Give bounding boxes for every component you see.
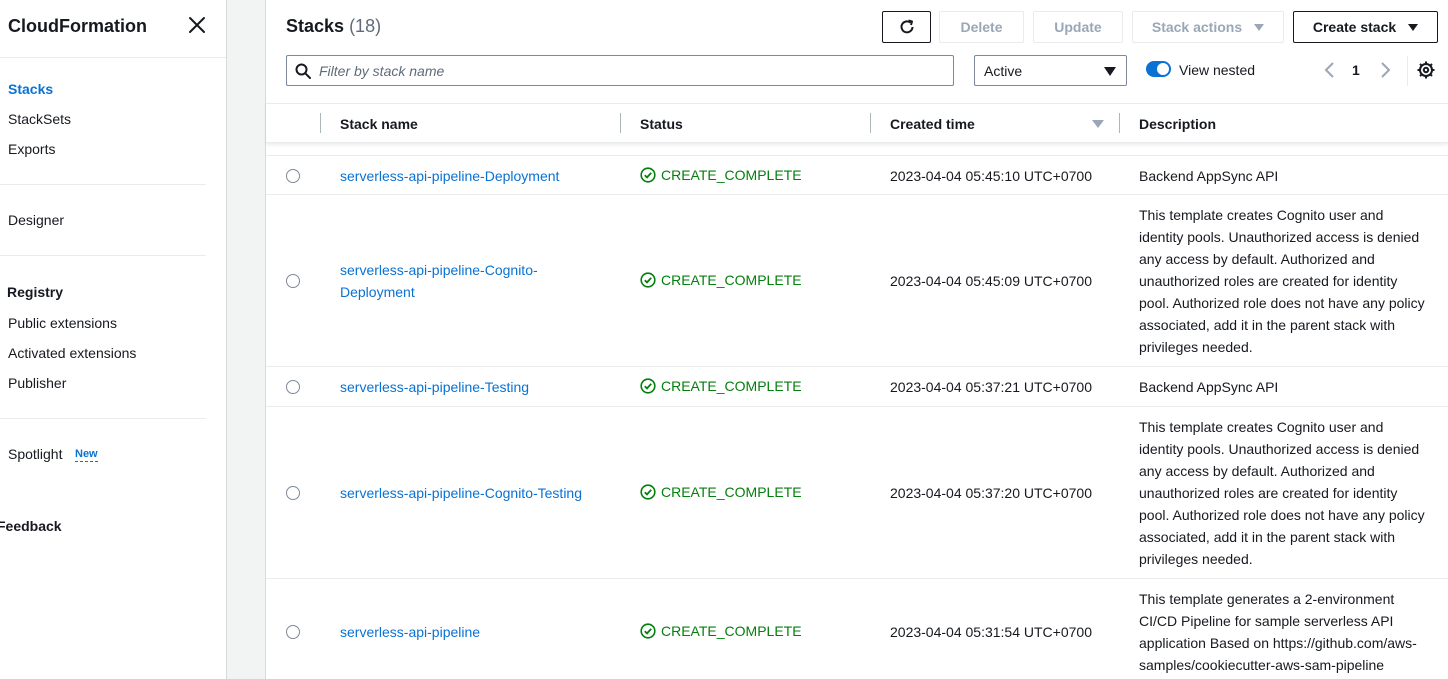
filter-placeholder: Filter by stack name bbox=[319, 63, 445, 79]
success-check-icon bbox=[640, 484, 656, 500]
page-number[interactable]: 1 bbox=[1352, 62, 1360, 78]
view-nested-toggle[interactable] bbox=[1146, 61, 1171, 77]
caret-down-icon bbox=[1254, 23, 1265, 31]
stack-name-link[interactable]: serverless-api-pipeline-Deployment bbox=[340, 165, 590, 187]
created-time: 2023-04-04 05:37:21 UTC+0700 bbox=[890, 379, 1092, 395]
sidebar-item-exports[interactable]: Exports bbox=[8, 141, 55, 157]
status-cell: CREATE_COMPLETE bbox=[640, 378, 802, 394]
table-row[interactable]: serverless-api-pipeline-Cognito-Testing … bbox=[266, 407, 1448, 579]
feedback-link[interactable]: Feedback bbox=[0, 518, 62, 534]
created-time: 2023-04-04 05:31:54 UTC+0700 bbox=[890, 624, 1092, 640]
view-nested-label: View nested bbox=[1179, 62, 1256, 78]
sidebar-divider bbox=[0, 418, 206, 419]
row-radio[interactable] bbox=[286, 486, 300, 500]
status-cell: CREATE_COMPLETE bbox=[640, 167, 802, 183]
refresh-icon bbox=[900, 19, 913, 34]
sidebar-group-registry: Registry bbox=[7, 284, 64, 300]
sidebar-item-spotlight[interactable]: Spotlight bbox=[8, 446, 62, 462]
sort-descending-icon[interactable] bbox=[1092, 120, 1104, 128]
sidebar-divider bbox=[0, 255, 206, 256]
stack-actions-button[interactable]: Stack actions bbox=[1132, 11, 1284, 43]
status-select-value: Active bbox=[984, 63, 1023, 79]
stack-count: (18) bbox=[349, 16, 382, 36]
side-navigation: CloudFormation Stacks StackSets Exports … bbox=[0, 0, 227, 679]
column-header-description[interactable]: Description bbox=[1139, 116, 1216, 132]
stack-actions-label: Stack actions bbox=[1151, 19, 1243, 35]
table-header: Stack name Status Created time Descripti… bbox=[266, 103, 1448, 143]
main-content: Stacks (18) Delete Update Stack actions … bbox=[266, 0, 1448, 679]
created-time: 2023-04-04 05:45:10 UTC+0700 bbox=[890, 168, 1092, 184]
stack-filter[interactable]: Filter by stack name bbox=[286, 55, 954, 86]
sidebar-item-activated-extensions[interactable]: Activated extensions bbox=[8, 345, 136, 361]
status-cell: CREATE_COMPLETE bbox=[640, 484, 802, 500]
status-text: CREATE_COMPLETE bbox=[661, 167, 802, 183]
success-check-icon bbox=[640, 623, 656, 639]
row-radio[interactable] bbox=[286, 169, 300, 183]
success-check-icon bbox=[640, 272, 656, 288]
row-radio[interactable] bbox=[286, 274, 300, 288]
sidebar-item-publisher[interactable]: Publisher bbox=[8, 375, 66, 391]
description: This template generates a 2-environment … bbox=[1139, 591, 1417, 673]
status-text: CREATE_COMPLETE bbox=[661, 378, 802, 394]
description: Backend AppSync API bbox=[1139, 379, 1279, 395]
caret-down-icon bbox=[1408, 23, 1419, 31]
caret-down-icon bbox=[1104, 67, 1116, 76]
refresh-button[interactable] bbox=[882, 11, 931, 43]
table-row[interactable]: serverless-api-pipeline CREATE_COMPLETE … bbox=[266, 579, 1448, 679]
new-badge: New bbox=[75, 448, 98, 462]
search-icon bbox=[295, 63, 311, 79]
description: Backend AppSync API bbox=[1139, 168, 1279, 184]
status-select[interactable]: Active bbox=[974, 55, 1127, 86]
chevron-right-icon[interactable] bbox=[1376, 60, 1394, 80]
success-check-icon bbox=[640, 167, 656, 183]
column-header-stack-name[interactable]: Stack name bbox=[340, 116, 418, 132]
stack-name-link[interactable]: serverless-api-pipeline-Testing bbox=[340, 376, 590, 398]
stack-name-link[interactable]: serverless-api-pipeline-Cognito-Deployme… bbox=[340, 259, 570, 303]
side-nav-header: CloudFormation bbox=[0, 0, 226, 58]
sidebar-item-designer[interactable]: Designer bbox=[8, 212, 64, 228]
description: This template creates Cognito user and i… bbox=[1139, 207, 1425, 355]
sidebar-item-stacksets[interactable]: StackSets bbox=[8, 111, 71, 127]
content-gutter bbox=[227, 0, 266, 679]
column-divider[interactable] bbox=[620, 113, 621, 133]
page-title: Stacks (18) bbox=[286, 16, 381, 37]
description: This template creates Cognito user and i… bbox=[1139, 419, 1425, 567]
status-cell: CREATE_COMPLETE bbox=[640, 272, 802, 288]
gear-icon[interactable] bbox=[1416, 60, 1436, 80]
table-row[interactable]: serverless-api-pipeline-Deployment CREAT… bbox=[266, 155, 1448, 195]
column-divider bbox=[320, 113, 321, 133]
create-stack-label: Create stack bbox=[1312, 19, 1397, 35]
create-stack-button[interactable]: Create stack bbox=[1293, 11, 1438, 43]
pager-divider bbox=[1407, 56, 1408, 86]
column-header-status[interactable]: Status bbox=[640, 116, 683, 132]
status-cell: CREATE_COMPLETE bbox=[640, 623, 802, 639]
status-text: CREATE_COMPLETE bbox=[661, 623, 802, 639]
sidebar-item-stacks[interactable]: Stacks bbox=[8, 81, 53, 97]
created-time: 2023-04-04 05:45:09 UTC+0700 bbox=[890, 273, 1092, 289]
chevron-left-icon[interactable] bbox=[1321, 60, 1339, 80]
sidebar-divider bbox=[0, 184, 206, 185]
delete-button[interactable]: Delete bbox=[939, 11, 1024, 43]
update-button[interactable]: Update bbox=[1033, 11, 1123, 43]
column-divider[interactable] bbox=[1119, 113, 1120, 133]
side-nav-title[interactable]: CloudFormation bbox=[8, 16, 147, 37]
status-text: CREATE_COMPLETE bbox=[661, 272, 802, 288]
close-icon[interactable] bbox=[186, 14, 208, 36]
status-text: CREATE_COMPLETE bbox=[661, 484, 802, 500]
column-divider[interactable] bbox=[870, 113, 871, 133]
row-radio[interactable] bbox=[286, 625, 300, 639]
table-row[interactable]: serverless-api-pipeline-Testing CREATE_C… bbox=[266, 367, 1448, 407]
row-radio[interactable] bbox=[286, 380, 300, 394]
page-title-text: Stacks bbox=[286, 16, 345, 36]
success-check-icon bbox=[640, 378, 656, 394]
created-time: 2023-04-04 05:37:20 UTC+0700 bbox=[890, 485, 1092, 501]
sidebar-item-public-extensions[interactable]: Public extensions bbox=[8, 315, 117, 331]
column-header-created-time[interactable]: Created time bbox=[890, 116, 975, 132]
table-row[interactable]: serverless-api-pipeline-Cognito-Deployme… bbox=[266, 195, 1448, 367]
stack-name-link[interactable]: serverless-api-pipeline bbox=[340, 621, 590, 643]
stack-name-link[interactable]: serverless-api-pipeline-Cognito-Testing bbox=[340, 482, 610, 504]
